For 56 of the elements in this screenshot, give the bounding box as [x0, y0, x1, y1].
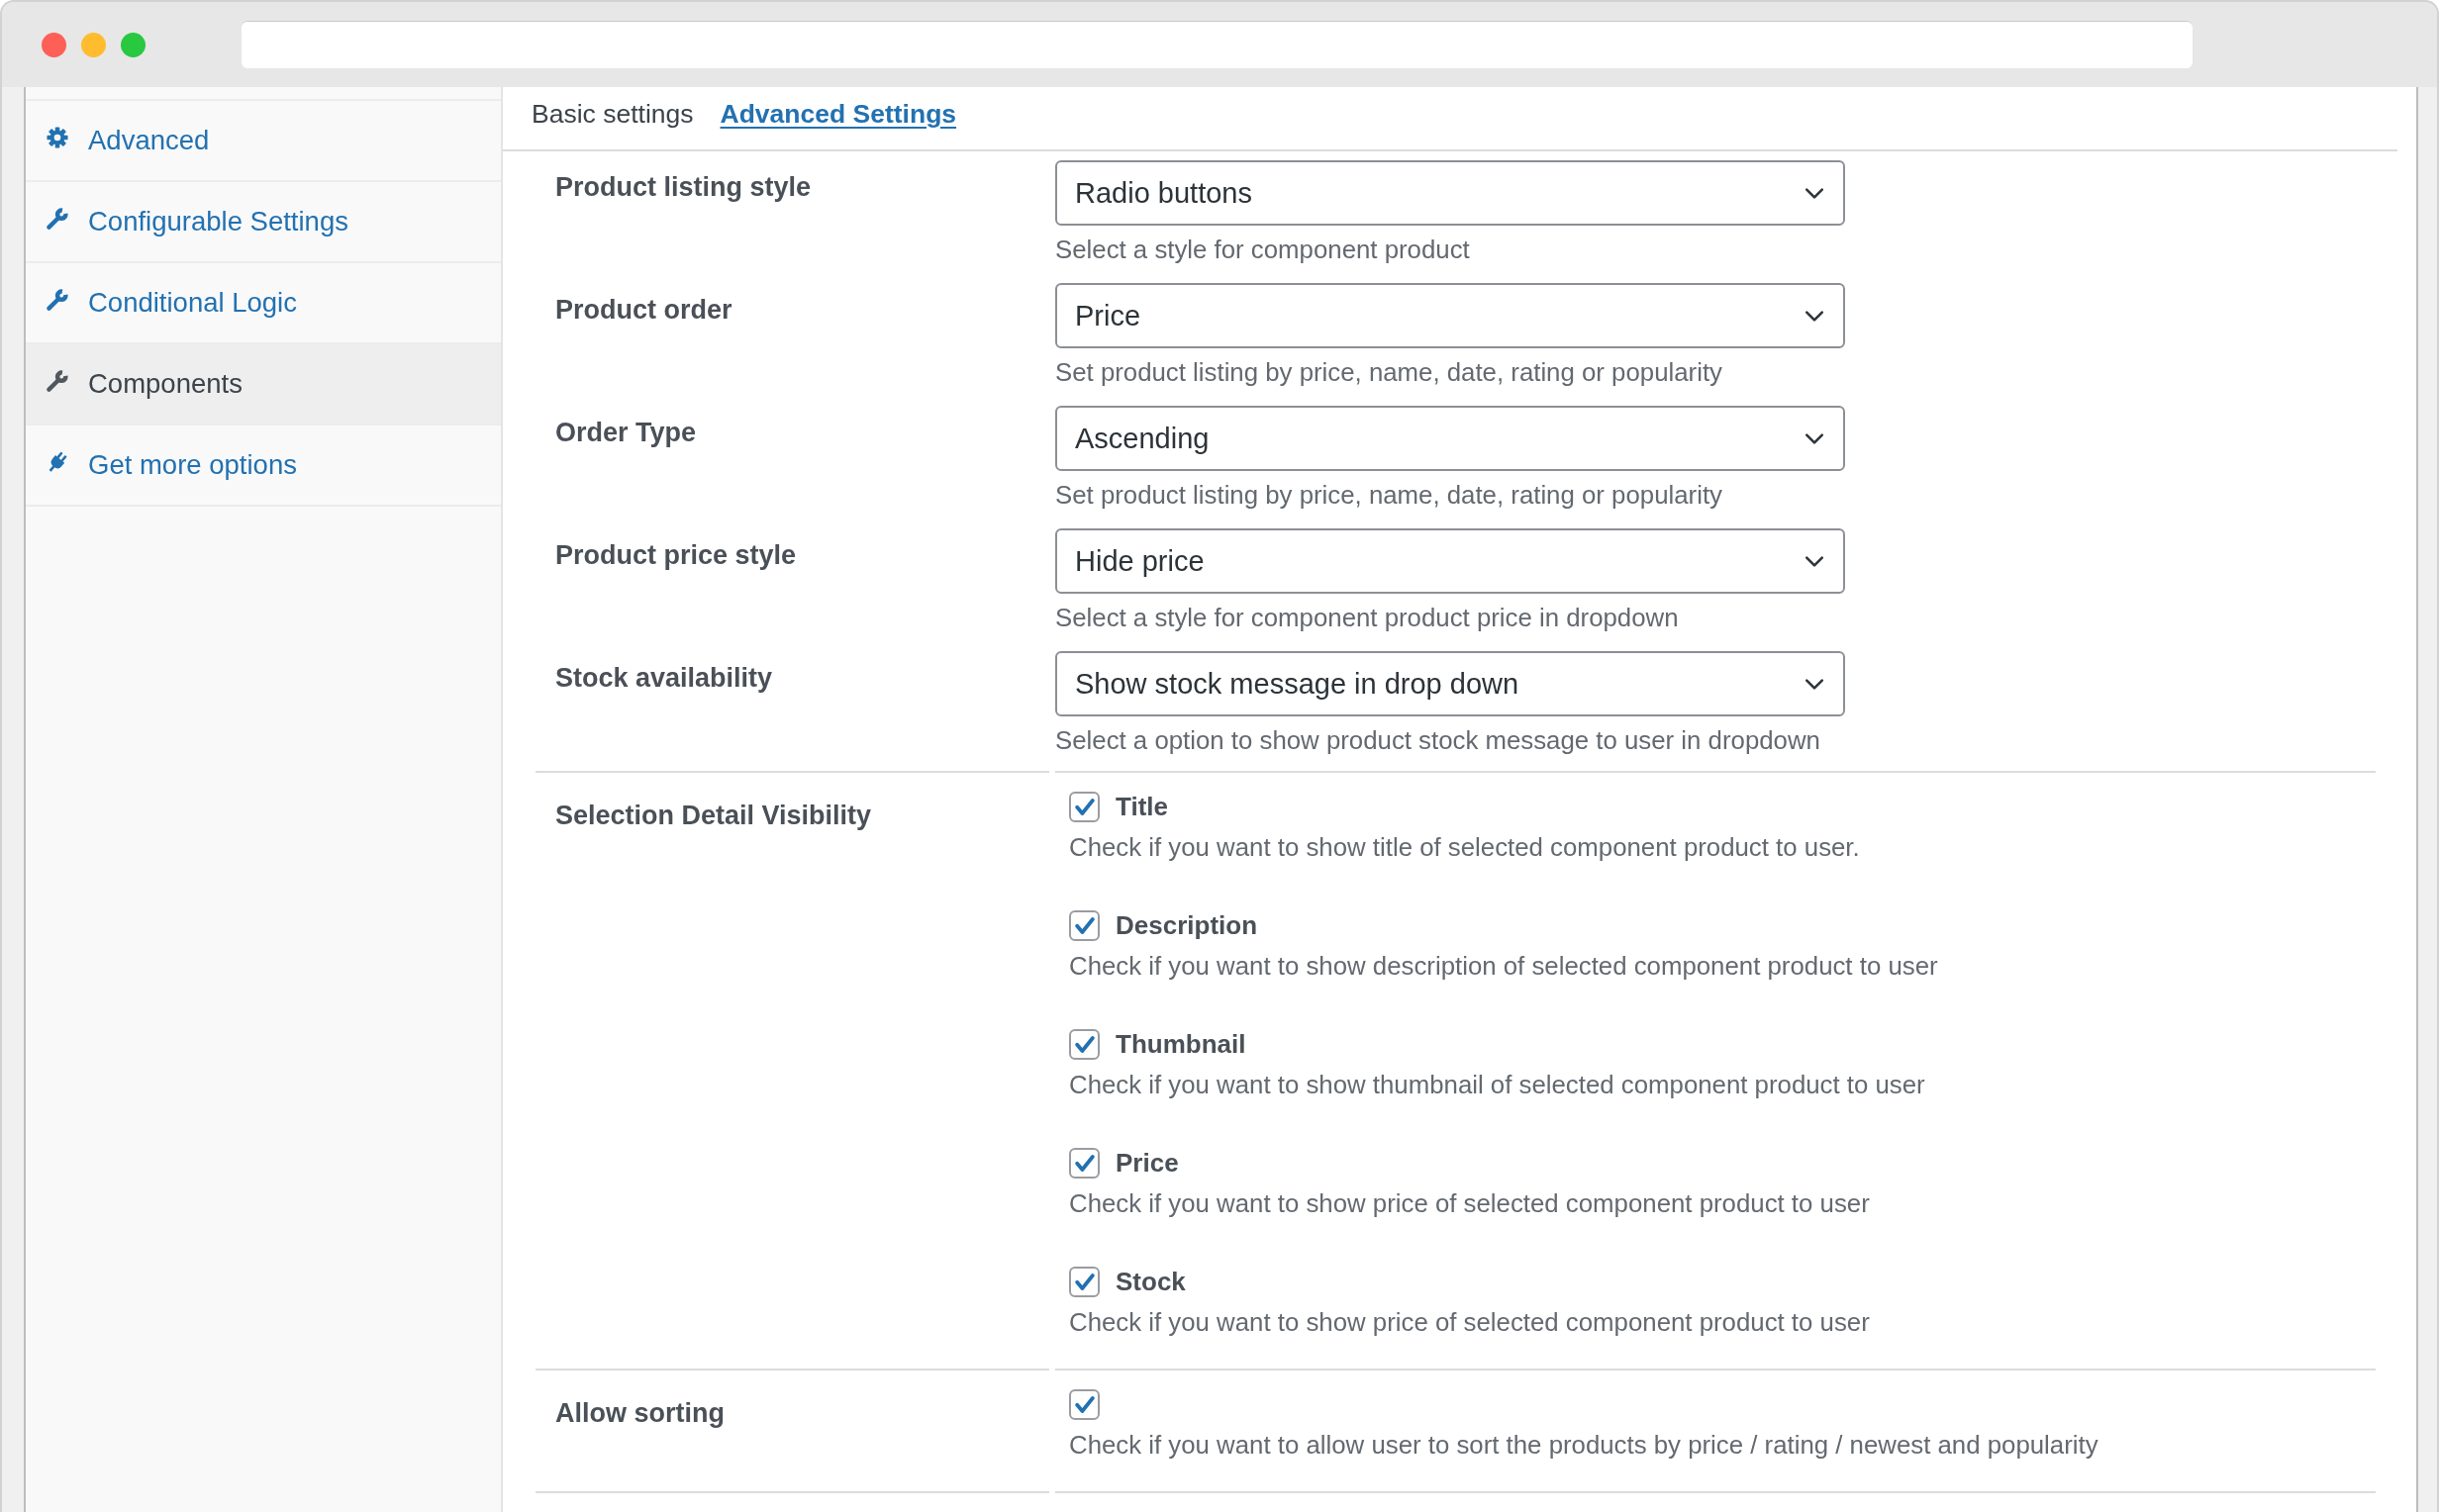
sidebar-item[interactable]: Configurable Settings: [26, 182, 501, 263]
field-label: Product listing style: [555, 172, 812, 202]
wrench-icon: [47, 289, 68, 311]
field-label: Product price style: [555, 540, 797, 570]
field-label: Stock availability: [555, 663, 773, 693]
checkbox[interactable]: [1069, 909, 1100, 941]
chevron-down-icon: [1805, 310, 1823, 322]
checkbox[interactable]: [1069, 1147, 1100, 1179]
help-text: Set product listing by price, name, date, rating or popularity: [1055, 357, 1723, 388]
checkbox[interactable]: [1069, 1388, 1100, 1420]
sidebar-item[interactable]: Get more options: [26, 425, 501, 507]
dropdown[interactable]: Price: [1055, 283, 1845, 348]
dropdown[interactable]: Show stock message in drop down: [1055, 651, 1845, 716]
chevron-down-icon: [1805, 187, 1823, 199]
field-label: Allow sorting: [555, 1398, 725, 1428]
help-text: Check if you want to allow user to sort the products by price / rating / newest and popularity: [1069, 1430, 2099, 1461]
help-text: Select a style for component product price in dropdown: [1055, 603, 1680, 633]
wrench-icon: [47, 208, 68, 230]
checkmark-icon: [1074, 1395, 1095, 1413]
dropdown[interactable]: Ascending: [1055, 406, 1845, 471]
checkbox-label: Description: [1116, 909, 1258, 941]
tab[interactable]: Advanced Settings: [720, 96, 957, 132]
checkmark-icon: [1074, 1035, 1095, 1053]
help-text: Check if you want to show price of selected component product to user: [1069, 1307, 1871, 1338]
help-text: Check if you want to show title of selected component product to user.: [1069, 832, 1861, 863]
field-label: Product order: [555, 295, 732, 325]
chevron-down-icon: [1805, 432, 1823, 444]
sidebar-item[interactable]: Components: [26, 344, 501, 425]
gear-icon: [47, 127, 68, 148]
help-text: Check if you want to show price of selected component product to user: [1069, 1188, 1871, 1219]
checkbox[interactable]: [1069, 1266, 1100, 1297]
chevron-down-icon: [1805, 678, 1823, 690]
field-label: Selection Detail Visibility: [555, 801, 872, 830]
field-label: Order Type: [555, 418, 697, 447]
sidebar-item[interactable]: Advanced: [26, 101, 501, 182]
checkmark-icon: [1074, 916, 1095, 934]
plug-icon: [47, 451, 68, 473]
checkmark-icon: [1074, 798, 1095, 815]
help-text: Check if you want to show thumbnail of selected component product to user: [1069, 1070, 1926, 1100]
help-text: Check if you want to show description of selected component product to user: [1069, 951, 1939, 982]
checkbox-label: Stock: [1116, 1266, 1186, 1297]
checkmark-icon: [1074, 1273, 1095, 1290]
checkbox-label: Thumbnail: [1116, 1028, 1246, 1060]
checkbox-label: Title: [1116, 791, 1168, 822]
dropdown[interactable]: Radio buttons: [1055, 160, 1845, 226]
help-text: Set product listing by price, name, date, rating or popularity: [1055, 480, 1723, 511]
chevron-down-icon: [1805, 555, 1823, 567]
wrench-icon: [47, 370, 68, 392]
checkbox-label: Price: [1116, 1147, 1179, 1179]
checkbox[interactable]: [1069, 791, 1100, 822]
help-text: Select a option to show product stock message to user in dropdown: [1055, 725, 1821, 756]
dropdown[interactable]: Hide price: [1055, 528, 1845, 594]
tab[interactable]: Basic settings: [532, 96, 694, 132]
checkbox[interactable]: [1069, 1028, 1100, 1060]
help-text: Select a style for component product: [1055, 235, 1471, 265]
checkmark-icon: [1074, 1154, 1095, 1172]
